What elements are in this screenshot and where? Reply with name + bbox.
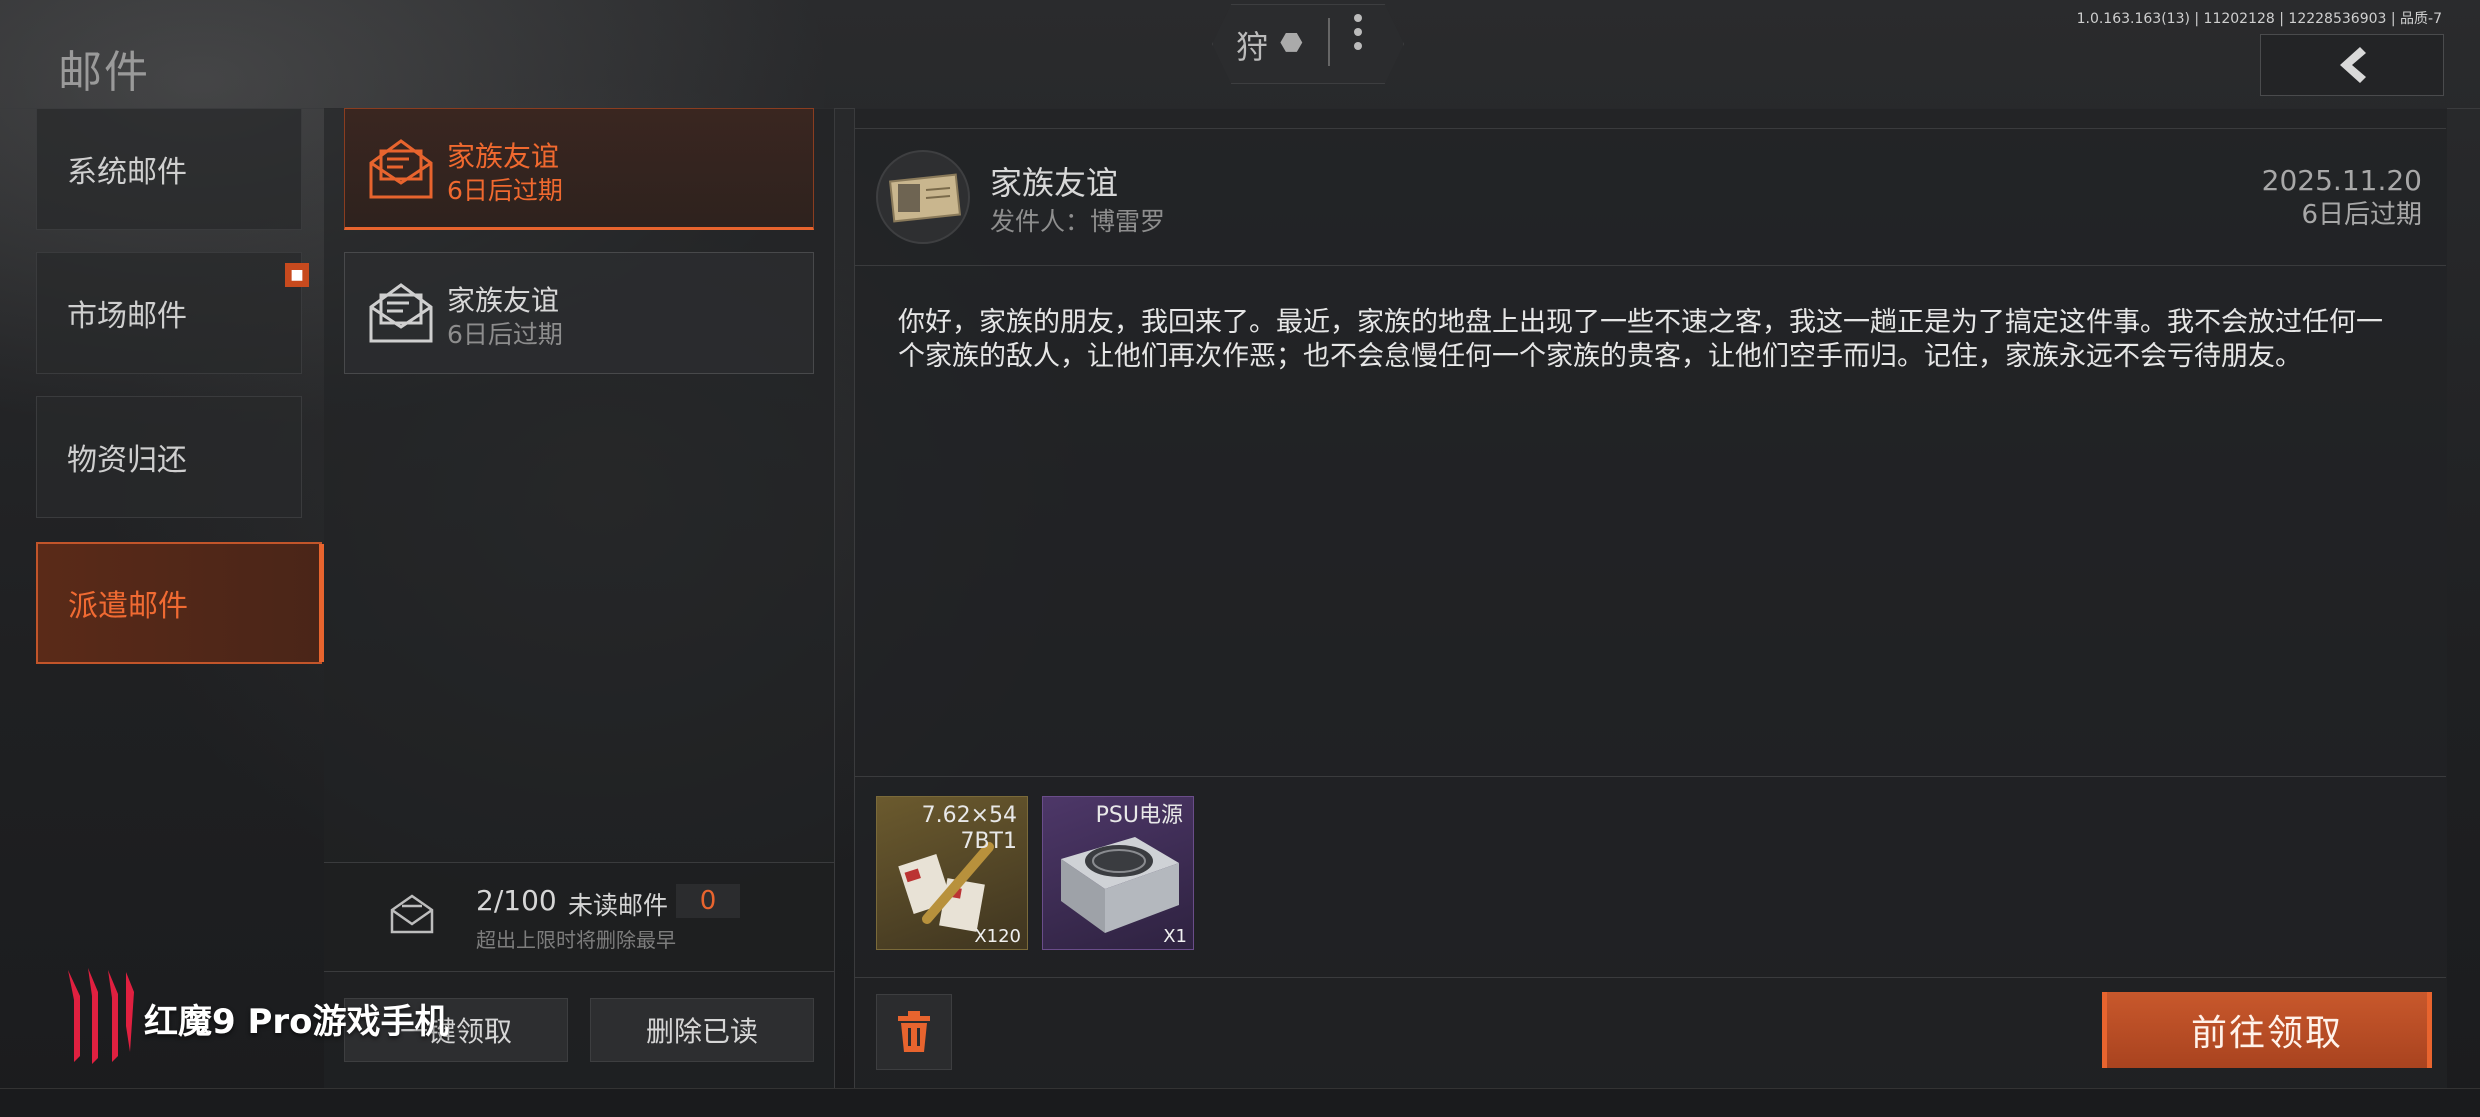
bottom-bar <box>0 1088 2480 1117</box>
mail-list-item[interactable]: 家族友谊 6日后过期 <box>344 108 814 230</box>
sidebar-item-label: 物资归还 <box>67 443 187 478</box>
sidebar-item-supply-return[interactable]: 物资归还 <box>36 396 302 518</box>
envelope-stack-icon <box>390 894 434 934</box>
delete-mail-button[interactable] <box>876 994 952 1070</box>
sidebar-item-label: 系统邮件 <box>67 155 187 190</box>
claim-button[interactable]: 前往领取 <box>2102 992 2432 1068</box>
claim-label: 前往领取 <box>2190 1013 2343 1054</box>
open-envelope-icon <box>369 139 433 199</box>
more-options-icon[interactable] <box>1352 14 1364 50</box>
delete-read-label: 删除已读 <box>645 1015 758 1048</box>
mail-expire: 6日后过期 <box>447 176 563 205</box>
chevron-left-icon <box>2340 47 2366 83</box>
mail-title: 家族友谊 <box>447 140 560 173</box>
version-info: 1.0.163.163(13) | 11202128 | 12228536903… <box>2076 11 2442 27</box>
mode-pill-label: 狩 <box>1236 28 1269 66</box>
sidebar-item-label: 市场邮件 <box>67 299 187 334</box>
attachment-quantity: X120 <box>974 926 1021 947</box>
attachment-name-line: 7.62×54 <box>921 803 1017 828</box>
mail-count: 2/100 <box>476 884 557 917</box>
attachment-quantity: X1 <box>1163 926 1187 947</box>
open-envelope-icon <box>369 283 433 343</box>
pill-divider <box>1328 18 1330 66</box>
sender-avatar <box>876 150 970 244</box>
unread-label: 未读邮件 <box>568 891 669 920</box>
unread-count: 0 <box>676 884 740 918</box>
mail-detail-expire: 6日后过期 <box>2301 200 2422 230</box>
red-magic-logo-icon <box>68 968 134 1064</box>
mail-list-item[interactable]: 家族友谊 6日后过期 <box>344 252 814 374</box>
attachment-item[interactable]: 7.62×54 7BT1 X120 <box>876 796 1028 950</box>
letter-photo-icon <box>888 173 962 223</box>
attachment-name-line: PSU电源 <box>1095 803 1183 828</box>
sidebar-item-label: 派遣邮件 <box>68 589 188 624</box>
page-title: 邮件 <box>58 47 150 98</box>
mail-expire: 6日后过期 <box>447 320 563 349</box>
sidebar-item-dispatch-mail[interactable]: 派遣邮件 <box>36 542 324 664</box>
hexagon-icon: ⬣ <box>1280 28 1303 58</box>
attachment-name: 7.62×54 7BT1 <box>922 803 1017 855</box>
attachment-name-line: 7BT1 <box>960 829 1017 854</box>
mail-sender: 发件人：博雷罗 <box>990 207 1166 236</box>
watermark-text: 红魔9 Pro游戏手机 <box>144 1002 449 1042</box>
attachment-item[interactable]: PSU电源 X1 <box>1042 796 1194 950</box>
mail-title: 家族友谊 <box>447 284 560 317</box>
mail-body: 你好，家族的朋友，我回来了。最近，家族的地盘上出现了一些不速之客，我这一趟正是为… <box>898 307 2383 372</box>
trash-icon <box>898 1011 930 1052</box>
gift-badge-icon: ■ <box>285 263 309 287</box>
mail-date: 2025.11.20 <box>2261 164 2422 197</box>
mail-detail-title: 家族友谊 <box>990 164 1119 202</box>
attachment-name: PSU电源 <box>1096 803 1183 829</box>
delete-read-button[interactable]: 删除已读 <box>590 998 814 1062</box>
sidebar-item-system-mail[interactable]: 系统邮件 <box>36 108 302 230</box>
back-button[interactable] <box>2260 34 2444 96</box>
sidebar-item-market-mail[interactable]: 市场邮件 ■ <box>36 252 309 374</box>
limit-note: 超出上限时将删除最早 <box>476 928 676 952</box>
